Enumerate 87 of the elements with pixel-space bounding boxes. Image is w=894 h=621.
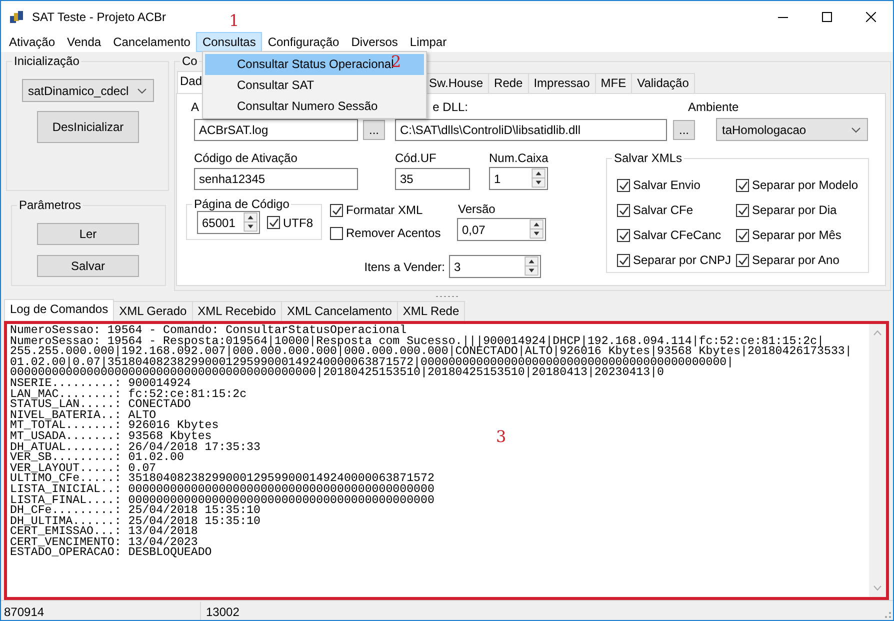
window-title: SAT Teste - Projeto ACBr [32,8,166,24]
field-label: Itens a Vender: [363,260,445,274]
group-title: Página de Código [193,197,290,211]
text-field[interactable]: senha12345 [194,168,358,190]
checkbox[interactable] [267,216,280,229]
checkbox-label: Separar por CNPJ [633,253,732,267]
log-line: LAN_MAC........: fc:52:ce:81:15:2c [10,390,247,400]
text-field[interactable]: ACBrSAT.log [194,118,358,140]
annotation-number: 3 [496,428,506,446]
model-dropdown[interactable]: satDinamico_cdecl [22,79,154,102]
text-field[interactable]: 35 [395,168,470,190]
log-line: CERT_VENCIMENTO: 13/04/2023 [10,538,198,548]
field-label: Código de Ativação [194,151,298,165]
checkbox[interactable] [617,204,630,216]
group-title: Parâmetros [18,198,82,212]
checkbox[interactable] [736,204,749,216]
checkbox-label: Remover Acentos [346,226,441,240]
chevron-down-icon [851,126,861,132]
log-line: DH_CFe.........: 25/04/2018 15:35:10 [10,506,260,517]
log-line: STATUS_LAN.....: CONECTADO [10,400,191,411]
log-line: DH_ATUAL.......: 26/04/2018 17:35:33 [10,442,260,454]
log-line: VER_LAYOUT.....: 0.07 [10,464,156,474]
app-icon [9,10,24,24]
log-line: VER_SB.........: 01.02.00 [10,453,184,464]
field-label: Versão [458,202,496,216]
checkbox[interactable] [617,254,630,266]
log-line: NIVEL_BATERIA..: ALTO [10,410,156,422]
log-line: MT_TOTAL.......: 926016 Kbytes [10,421,219,432]
chevron-down-icon [137,88,147,94]
checkbox-label: UTF8 [283,216,313,230]
field-label: Ambiente [688,100,739,114]
tab[interactable]: Log de Comandos [4,299,114,321]
status-text: 13002 [205,604,240,620]
menu-item[interactable]: Consultas [196,32,262,52]
checkbox[interactable] [736,178,749,192]
save-button[interactable]: Salvar [37,255,139,277]
log-line: ESTADO_OPERACAO: DESBLOQUEADO [10,548,212,560]
log-line: NumeroSessao: 19564 - Comando: ConsultarStatusOperacional [10,326,407,337]
checkbox-label: Salvar CFe [633,203,694,217]
checkbox-label: Separar por Modelo [752,178,858,192]
menu-item[interactable]: Limpar [404,32,453,52]
checkbox[interactable] [617,228,630,242]
annotation-number: 1 [229,12,240,30]
group-title: Salvar XMLs [613,151,684,165]
browse-button[interactable]: ... [363,120,385,140]
annotation-number: 2 [391,53,402,71]
menu-item[interactable]: Venda [61,32,108,52]
environment-dropdown[interactable]: taHomologacao [716,118,868,141]
field-label: Num.Caixa [489,151,548,165]
log-line: CERT_EMISSAO...: 13/04/2018 [10,527,198,538]
menu-item[interactable]: Diversos [345,32,404,52]
close-icon[interactable] [866,12,876,22]
field-label: A [191,100,200,114]
checkbox[interactable] [736,228,749,242]
log-line: 01.02.00|0.07|35180408238299000129599000149240000063871572|00000000000000000000000000000000000000000000| [10,358,734,368]
menu-item[interactable]: Ativação [3,32,62,52]
group-title: Inicialização [13,54,80,68]
log-line: MT_USADA.......: 93568 Kbytes [10,432,212,443]
status-text: 870914 [1,602,201,620]
checkbox-label: Salvar Envio [633,178,700,192]
text-field[interactable]: C:\SAT\dlls\ControliD\libsatidlib.dll [395,118,667,140]
checkbox-label: Salvar CFeCanc [633,228,722,242]
deinit-button[interactable]: DesInicializar [37,111,139,143]
checkbox-label: Separar por Ano [752,253,840,267]
checkbox[interactable] [617,178,630,192]
field-label: Cód.UF [395,151,438,165]
log-line: 255.255.000.000|192.168.092.007|000.000.000.000|000.000.000.000|CONECTADO|ALTO|926016 Kbytes|93568 Kbytes|20180426173533| [10,347,852,358]
field-label: e DLL: [432,100,468,114]
menu-item[interactable]: Consultar Numero Sessão [205,96,424,117]
log-line: LISTA_INICIAL..: 00000000000000000000000000000000000000000000 [10,484,434,496]
checkbox[interactable] [330,204,343,216]
checkbox-label: Separar por Dia [752,203,837,217]
log-line: 00000000000000000000000000000000000000000000|20180425153510|20180425153510|20180413|20230413|0 [10,368,664,379]
browse-button[interactable]: ... [673,120,695,140]
menu-item[interactable]: Configuração [262,32,346,52]
checkbox[interactable] [736,254,749,266]
group-title: Co [181,54,198,68]
checkbox-label: Separar por Mês [752,228,842,242]
read-button[interactable]: Ler [37,223,139,245]
tab[interactable]: Validação [631,73,695,93]
checkbox-label: Formatar XML [346,203,423,217]
log-line: ULTIMO_CFe.....: 35180408238299000129599000149240000063871572 [10,474,434,485]
menu-item[interactable]: Cancelamento [107,32,196,52]
maximize-icon[interactable] [822,12,832,22]
log-line: NSERIE.........: 900014924 [10,378,191,390]
tab[interactable]: XML Rede [396,301,466,321]
checkbox[interactable] [330,226,343,240]
